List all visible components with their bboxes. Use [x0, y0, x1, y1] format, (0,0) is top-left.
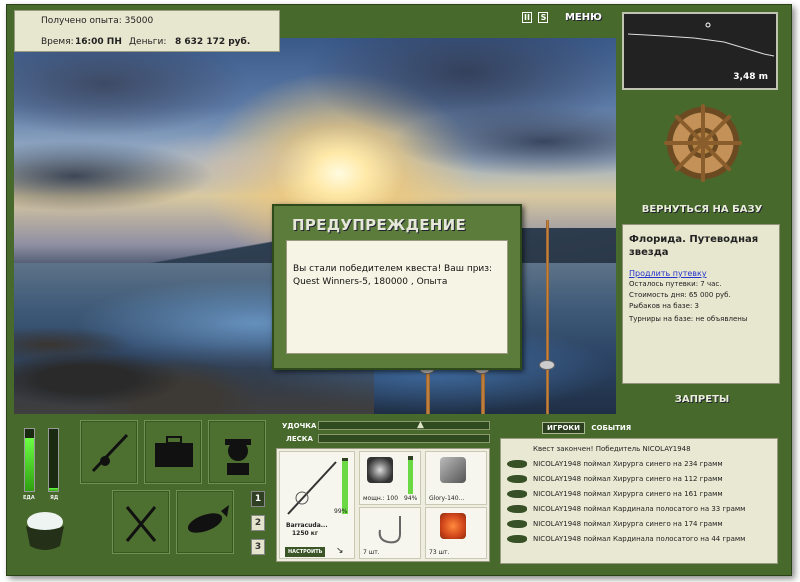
events-list: Квест закончен! Победитель NICOLAY1948 N…: [500, 438, 778, 564]
warning-dialog[interactable]: ПРЕДУПРЕЖДЕНИЕ Вы стали победителем квес…: [272, 204, 522, 370]
hook-icon: [378, 516, 401, 544]
rod-tension-track[interactable]: ▲: [318, 420, 490, 430]
reel-condition-bar: [408, 456, 413, 494]
poison-label: ЯД: [50, 495, 59, 501]
setup-button[interactable]: НАСТРОИТЬ: [285, 547, 326, 557]
list-item: NICOLAY1948 поймал Кардинала полосатого …: [507, 504, 769, 516]
tension-marker-icon: ▲: [417, 420, 424, 430]
experience-text: Получено опыта: 35000: [41, 16, 154, 26]
location-title: Флорида. Путеводная звезда: [629, 234, 759, 258]
bans-button[interactable]: ЗАПРЕТЫ: [622, 394, 782, 405]
trip-remaining: Осталось путевки: 7 час.: [629, 280, 722, 288]
list-item: NICOLAY1948 поймал Хирурга синего на 174…: [507, 519, 769, 531]
food-bar-fill: [25, 438, 34, 491]
day-cost: Стоимость дня: 65 000 руб.: [629, 291, 731, 299]
fish-icon: [187, 505, 229, 533]
rod-icon: [287, 461, 337, 515]
rod-percent: 99%: [334, 508, 348, 515]
reel-icon: [539, 360, 555, 370]
fish-icon: [507, 460, 527, 468]
fish-icon: [507, 475, 527, 483]
events-header: Квест закончен! Победитель NICOLAY1948: [533, 445, 691, 453]
expand-arrow-icon[interactable]: ↘: [336, 546, 344, 556]
list-item: NICOLAY1948 поймал Хирурга синего на 234…: [507, 459, 769, 471]
hook-caption: 7 шт.: [363, 549, 380, 556]
dialog-title: ПРЕДУПРЕЖДЕНИЕ: [292, 216, 467, 234]
money-value: 8 632 172 руб.: [175, 37, 251, 47]
inventory-panel: 99% Barracuda... 1250 кг НАСТРОИТЬ ↘ мощ…: [276, 448, 490, 562]
rod-slot[interactable]: 99% Barracuda... 1250 кг НАСТРОИТЬ ↘: [279, 451, 355, 559]
rods-tab[interactable]: [80, 420, 138, 484]
location-panel: Флорида. Путеводная звезда Продлить путе…: [622, 224, 780, 384]
food-pot-icon[interactable]: [20, 508, 70, 554]
float-marker: [705, 22, 711, 28]
depth-profile: 3,48 m: [622, 12, 778, 90]
page-button-1[interactable]: 1: [251, 491, 265, 507]
fishing-rod-3[interactable]: [481, 368, 485, 414]
tackle-box-icon: [155, 436, 193, 467]
extend-trip-link[interactable]: Продлить путевку: [629, 269, 707, 278]
page-button-3[interactable]: 3: [251, 539, 265, 555]
fish-icon: [507, 505, 527, 513]
bait-slot[interactable]: 73 шт.: [425, 507, 487, 559]
list-item: NICOLAY1948 поймал Кардинала полосатого …: [507, 534, 769, 546]
fisherman-icon: [225, 439, 251, 475]
food-bar: [24, 428, 35, 492]
poison-bar: [48, 428, 59, 492]
tournaments: Турниры на базе: не объявлены: [629, 315, 748, 323]
food-label: ЕДА: [23, 495, 35, 501]
fish-tab[interactable]: [176, 490, 234, 554]
poison-bar-fill: [49, 487, 58, 491]
fork-knife-icon: [125, 506, 157, 542]
money-label: Деньги:: [129, 37, 167, 47]
hook-slot[interactable]: 7 шт.: [359, 507, 421, 559]
list-item: NICOLAY1948 поймал Хирурга синего на 161…: [507, 489, 769, 501]
tab-events[interactable]: СОБЫТИЯ: [587, 423, 635, 433]
fish-icon: [507, 535, 527, 543]
sound-button[interactable]: S: [538, 12, 549, 23]
rod-condition-bar: [342, 458, 348, 514]
list-item: NICOLAY1948 поймал Хирурга синего на 112…: [507, 474, 769, 486]
anglers-count: Рыбаков на базе: 3: [629, 302, 699, 310]
back-to-base-button[interactable]: ВЕРНУТЬСЯ НА БАЗУ: [622, 204, 782, 215]
reel-percent: 94%: [404, 495, 418, 502]
time-value: 16:00 ПН: [75, 37, 122, 47]
line-tension-track[interactable]: [318, 434, 490, 443]
fish-icon: [507, 490, 527, 498]
pause-button[interactable]: II: [522, 12, 532, 23]
rod-weight: 1250 кг: [292, 530, 318, 537]
rod-line-controls: УДОЧКА ▲ ЛЕСКА: [270, 418, 492, 448]
rod-name: Barracuda...: [286, 522, 328, 529]
lure-caption: Glory-140...: [429, 495, 465, 502]
food-tab[interactable]: [112, 490, 170, 554]
lure-icon: [440, 457, 466, 483]
fishing-rod-2[interactable]: [426, 368, 430, 414]
tackle-box-tab[interactable]: [144, 420, 202, 484]
events-tabs: ИГРОКИ СОБЫТИЯ: [542, 422, 635, 434]
reel-slot[interactable]: мощн.: 100 94%: [359, 451, 421, 505]
ship-wheel-icon[interactable]: [662, 102, 744, 184]
rod-label: УДОЧКА: [282, 422, 317, 430]
tab-players[interactable]: ИГРОКИ: [542, 422, 585, 434]
fishing-rod-1[interactable]: [546, 220, 549, 414]
events-panel: ИГРОКИ СОБЫТИЯ Квест закончен! Победител…: [496, 418, 782, 566]
depth-value: 3,48 m: [733, 72, 768, 82]
dialog-message: Вы стали победителем квеста! Ваш приз: Q…: [286, 240, 508, 354]
page-button-2[interactable]: 2: [251, 515, 265, 531]
line-label: ЛЕСКА: [286, 435, 313, 443]
lure-slot[interactable]: Glory-140...: [425, 451, 487, 505]
reel-icon: [367, 457, 393, 483]
angler-tab[interactable]: [208, 420, 266, 484]
fish-icon: [507, 520, 527, 528]
caviar-bait-icon: [440, 513, 466, 539]
bait-caption: 73 шт.: [429, 549, 450, 556]
rod-reel-icon: [91, 433, 129, 473]
player-info-panel: Получено опыта: 35000 Время: 16:00 ПН Де…: [14, 10, 280, 52]
time-label: Время:: [41, 37, 74, 47]
top-controls: II S МЕНЮ: [522, 12, 602, 30]
reel-caption: мощн.: 100: [363, 495, 399, 502]
menu-button[interactable]: МЕНЮ: [565, 12, 602, 23]
